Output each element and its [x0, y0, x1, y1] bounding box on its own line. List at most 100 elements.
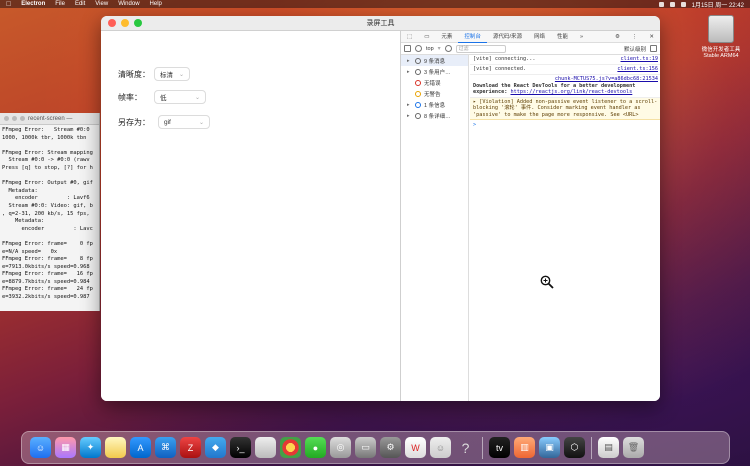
menu-status-area: 1月15日 周一 22:42 — [658, 0, 744, 9]
console-source-link[interactable]: chunk-MCTUS75.js?v=a86dbc68:21534 — [555, 76, 658, 82]
menu-bar:  Electron File Edit View Window Help 1月… — [0, 0, 750, 9]
menu-view[interactable]: View — [95, 1, 108, 7]
inspect-icon[interactable]: ⬚ — [401, 31, 418, 43]
fps-select-value: 低 — [160, 95, 167, 102]
close-icon[interactable]: ✕ — [643, 31, 660, 43]
save-as-select[interactable]: gif ⌄ — [158, 115, 210, 129]
menu-help[interactable]: Help — [150, 1, 162, 7]
tab-more[interactable]: » — [574, 31, 589, 43]
console-message: chunk-MCTUS75.js?v=a86dbc68:21534 Downlo… — [470, 75, 660, 98]
chevron-down-icon: ⌄ — [178, 71, 184, 78]
chrome-icon[interactable] — [280, 437, 301, 458]
tab-performance[interactable]: 性能 — [551, 31, 574, 43]
tab-elements[interactable]: 元素 — [435, 31, 458, 43]
finder-icon[interactable]: ☺ — [30, 437, 51, 458]
terminal-close-button[interactable] — [4, 116, 9, 121]
menu-edit[interactable]: Edit — [75, 1, 85, 7]
terminal-minimize-button[interactable] — [12, 116, 17, 121]
wps-icon[interactable]: W — [405, 437, 426, 458]
devtools-panel: ⬚ ▭ 元素 控制台 源代码/来源 网络 性能 » ⚙ ⋮ ✕ top ▾ 过滤… — [400, 31, 660, 401]
trash-icon[interactable]: 🗑 — [623, 437, 644, 458]
preview-icon[interactable]: ▣ — [539, 437, 560, 458]
sidebar-toggle-icon[interactable] — [404, 45, 411, 52]
terminal-zoom-button[interactable] — [20, 116, 25, 121]
apple-tv-icon[interactable]: tv — [489, 437, 510, 458]
clarity-select-value: 标清 — [160, 72, 173, 79]
app-icon[interactable]: ◎ — [330, 437, 351, 458]
filter-input[interactable]: 过滤 — [455, 44, 506, 53]
gear-icon[interactable]: ⚙ — [609, 31, 626, 43]
sidebar-item-label: 9 条消息 — [424, 58, 446, 65]
document-icon[interactable]: ▤ — [598, 437, 619, 458]
desktop-drive-item[interactable]: 微信开发者工具 Stable ARM64 — [695, 15, 747, 59]
status-icon[interactable] — [658, 1, 664, 7]
console-prompt[interactable]: > — [470, 120, 660, 130]
drive-icon — [708, 15, 734, 43]
terminal-icon[interactable]: ›_ — [230, 437, 251, 458]
sidebar-item-label: 无错误 — [424, 80, 441, 87]
terminal-line: encoder : Lavc — [2, 225, 93, 232]
sidebar-item-messages[interactable]: ▸ 9 条消息 — [401, 55, 468, 66]
sidebar-item-user-messages[interactable]: ▸ 3 条用户… — [401, 66, 468, 77]
terminal-titlebar: recent-screen — — [0, 113, 99, 125]
log-level-select[interactable]: 默认级别 — [624, 45, 646, 53]
menu-file[interactable]: File — [55, 1, 65, 7]
console-message-text: [vite] connecting... — [473, 56, 536, 62]
fps-row: 帧率： 低 ⌄ — [118, 90, 206, 104]
sidebar-item-info[interactable]: ▸ 1 条信息 — [401, 99, 468, 110]
expand-arrow-icon: ▸ — [407, 57, 410, 64]
apple-icon[interactable]:  — [6, 1, 11, 8]
dock-separator — [591, 436, 592, 459]
vscode-icon[interactable]: ⌘ — [155, 437, 176, 458]
menu-app-name[interactable]: Electron — [21, 1, 45, 7]
wechat-icon[interactable]: ● — [305, 437, 326, 458]
notes-icon[interactable] — [105, 437, 126, 458]
filezilla-icon[interactable]: Z — [180, 437, 201, 458]
chevron-down-icon: ⌄ — [198, 119, 204, 126]
terminal-line: e=N/A speed= 0x — [2, 248, 58, 255]
sidebar-item-label: 8 条详细… — [424, 113, 451, 120]
app-store-icon[interactable]: A — [130, 437, 151, 458]
books-icon[interactable]: ▥ — [514, 437, 535, 458]
sidebar-item-warnings[interactable]: 无警告 — [401, 88, 468, 99]
tab-network[interactable]: 网络 — [528, 31, 551, 43]
terminal-line: Stream #0:0 -> #0:0 (rawv — [2, 157, 90, 164]
screen-icon[interactable]: ▭ — [355, 437, 376, 458]
kebab-menu-icon[interactable]: ⋮ — [626, 31, 644, 43]
terminal-window[interactable]: recent-screen — FFmpeg Error: Stream #0:… — [0, 113, 100, 311]
user-icon — [415, 68, 421, 75]
app-icon[interactable]: ◆ — [205, 437, 226, 458]
launchpad-icon[interactable]: ▦ — [55, 437, 76, 458]
clear-console-icon[interactable] — [415, 45, 422, 52]
help-icon[interactable]: ? — [455, 437, 476, 458]
sidebar-item-verbose[interactable]: ▸ 8 条详细… — [401, 110, 468, 121]
console-source-link[interactable]: client.ts:156 — [617, 66, 658, 73]
terminal-line: e=7913.0kbits/s speed=0.968 — [2, 263, 90, 270]
react-devtools-link[interactable]: https://reactjs.org/link/react-devtools — [510, 89, 632, 95]
list-icon — [415, 57, 421, 64]
clarity-label: 清晰度： — [118, 69, 150, 79]
console-settings-icon[interactable] — [650, 45, 657, 52]
app-icon[interactable]: ☺ — [430, 437, 451, 458]
wifi-icon[interactable] — [669, 1, 675, 7]
context-select[interactable]: top — [426, 46, 434, 52]
tab-sources[interactable]: 源代码/来源 — [487, 31, 528, 43]
menu-window[interactable]: Window — [118, 1, 139, 7]
device-toggle-icon[interactable]: ▭ — [418, 31, 435, 43]
clarity-select[interactable]: 标清 ⌄ — [154, 67, 190, 81]
fps-select[interactable]: 低 ⌄ — [154, 90, 206, 104]
terminal-line: FFmpeg Error: frame= 0 fp — [2, 240, 93, 247]
system-settings-icon[interactable]: ⚙ — [380, 437, 401, 458]
tab-console[interactable]: 控制台 — [458, 31, 487, 43]
console-sidebar: ▸ 9 条消息 ▸ 3 条用户… 无错误 无警告 ▸ 1 条信息 ▸ 8 条详细… — [401, 55, 469, 401]
sidebar-item-errors[interactable]: 无错误 — [401, 77, 468, 88]
app-icon[interactable] — [255, 437, 276, 458]
battery-icon[interactable] — [680, 1, 686, 7]
safari-icon[interactable]: ✦ — [80, 437, 101, 458]
terminal-line: Metadata: — [2, 187, 38, 194]
console-source-link[interactable]: client.ts:19 — [621, 56, 658, 63]
menu-clock[interactable]: 1月15日 周一 22:42 — [692, 0, 744, 9]
eye-icon[interactable] — [444, 45, 452, 52]
app-icon[interactable]: ⬡ — [564, 437, 585, 458]
